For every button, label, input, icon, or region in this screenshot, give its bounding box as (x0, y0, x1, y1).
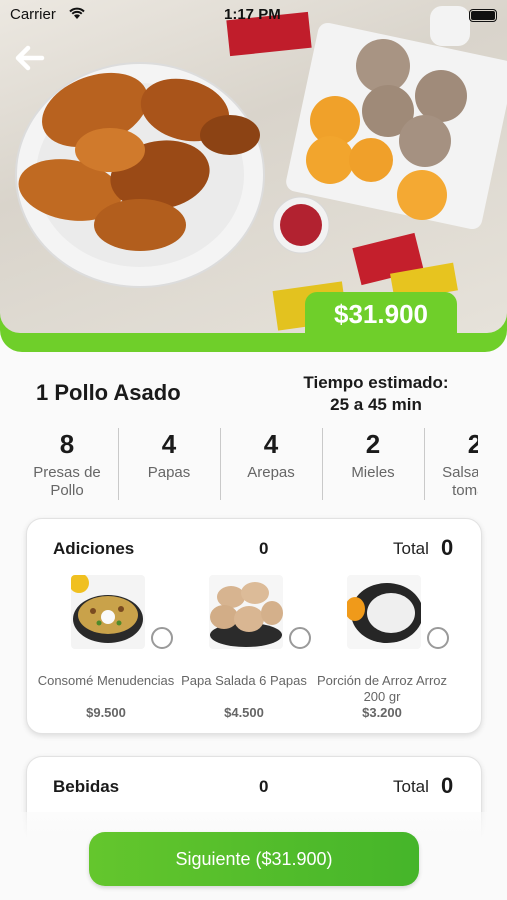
adiciones-header: Adiciones 0 Total 0 (27, 519, 481, 577)
bebidas-header: Bebidas 0 Total 0 (27, 757, 481, 815)
count-label: Mieles (351, 464, 395, 481)
count-value: 4 (263, 429, 279, 459)
clock: 1:17 PM (224, 6, 281, 23)
count-value: 2 (467, 429, 478, 459)
next-button[interactable]: Siguiente ($31.900) (89, 832, 419, 886)
total-label: Total (393, 777, 429, 796)
addon-name: Porción de Arroz Arroz 200 gr (316, 673, 448, 704)
count-value: 8 (59, 429, 75, 459)
count-item: 2 Mieles (322, 428, 424, 504)
count-value: 2 (365, 429, 381, 459)
section-title: Bebidas (53, 777, 120, 796)
total-label: Total (393, 539, 429, 558)
addon-price: $3.200 (362, 705, 402, 720)
status-bar: Carrier 1:17 PM (0, 6, 507, 28)
product-name: 1 Pollo Asado (36, 380, 181, 405)
estimate-label: Tiempo estimado: (303, 373, 449, 392)
count-value: 4 (161, 429, 177, 459)
addon-name: Consomé Menudencias (37, 673, 175, 688)
carrier-label: Carrier (10, 6, 56, 23)
hero-banner: $31.900 (0, 0, 507, 352)
total-value: 0 (441, 535, 454, 560)
count-label: Arepas (247, 464, 295, 481)
addon-price: $9.500 (86, 705, 126, 720)
potatoes-image (209, 575, 283, 649)
count-label: Papas (147, 464, 191, 481)
total-value: 0 (441, 773, 454, 798)
rice-image (347, 575, 421, 649)
roast-chicken-image (15, 6, 507, 331)
soup-image (71, 575, 145, 649)
addon-name: Papa Salada 6 Papas (181, 673, 307, 688)
adiciones-card: Adiciones 0 Total 0 Consomé Menudencias … (26, 518, 482, 734)
arrow-left-icon (15, 45, 45, 71)
count-item: 2 Salsas de tomate (424, 428, 478, 504)
addon-item-consome[interactable]: Consomé Menudencias $9.500 (37, 575, 175, 725)
wifi-icon (68, 6, 86, 23)
contents-strip[interactable]: 8 Presas de Pollo 4 Papas 4 Arepas 2 Mie… (0, 428, 478, 504)
count-label: Salsas de tomate (442, 464, 478, 499)
select-radio[interactable] (427, 627, 449, 649)
price-tag: $31.900 (305, 292, 457, 336)
section-title: Adiciones (53, 539, 135, 558)
select-radio[interactable] (289, 627, 311, 649)
estimate-value: 25 a 45 min (330, 395, 422, 414)
count-item: 4 Papas (118, 428, 220, 504)
estimated-time: Tiempo estimado: 25 a 45 min (286, 372, 466, 416)
back-button[interactable] (12, 40, 48, 76)
selected-count: 0 (259, 539, 269, 558)
select-radio[interactable] (151, 627, 173, 649)
product-header: 1 Pollo Asado Tiempo estimado: 25 a 45 m… (0, 370, 507, 420)
addon-price: $4.500 (224, 705, 264, 720)
count-label: Presas de Pollo (33, 464, 101, 499)
addon-item-arroz[interactable]: Porción de Arroz Arroz 200 gr $3.200 (313, 575, 451, 725)
selected-count: 0 (259, 777, 269, 796)
addon-item-papa-salada[interactable]: Papa Salada 6 Papas $4.500 (175, 575, 313, 725)
battery-icon (469, 9, 497, 22)
count-item: 4 Arepas (220, 428, 322, 504)
product-photo (0, 0, 507, 333)
count-item: 8 Presas de Pollo (16, 428, 118, 504)
